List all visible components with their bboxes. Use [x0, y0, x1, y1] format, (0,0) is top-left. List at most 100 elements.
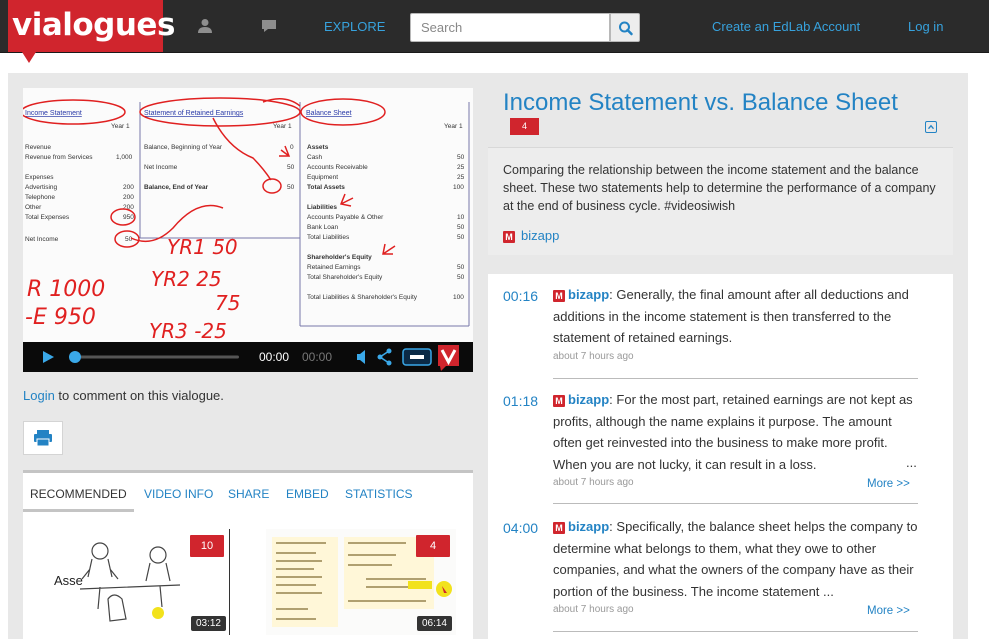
info-tabs: RECOMMENDED VIDEO INFO SHARE EMBED STATI… [23, 470, 473, 639]
sheet-retained-label: Balance, Beginning of Year [144, 144, 223, 151]
sheet-retained-value: 0 [290, 144, 294, 151]
tab-recommended[interactable]: RECOMMENDED [30, 487, 127, 501]
recommended-duration: 03:12 [190, 616, 226, 631]
video-controls: 00:00 00:00 [23, 342, 473, 372]
comment-age: about 7 hours ago [553, 477, 634, 488]
comment-age: about 7 hours ago [553, 351, 634, 362]
print-button[interactable] [23, 421, 63, 455]
comment-author[interactable]: Mbizapp [553, 519, 609, 534]
comment-timestamp[interactable]: 01:18 [503, 393, 538, 409]
sheet-income-label: Revenue [25, 144, 51, 151]
sheet-balance-value: 50 [457, 234, 465, 241]
comment-item: Mbizapp: Generally, the final amount aft… [553, 287, 909, 345]
vialogues-logo[interactable]: vialogues [8, 0, 175, 52]
comment-more-link[interactable]: More >> [867, 478, 910, 490]
logo-tail [22, 52, 36, 63]
sheet-balance-label: Accounts Payable & Other [307, 214, 384, 221]
explore-link[interactable]: EXPLORE [324, 19, 385, 34]
sheet-income-label: Total Expenses [25, 214, 70, 221]
current-time: 00:00 [259, 350, 289, 364]
sheet-income-label: Revenue from Services [25, 154, 93, 161]
sheet-retained-value: 50 [287, 184, 295, 191]
comment-timestamp[interactable]: 04:00 [503, 520, 538, 536]
comment-login-link[interactable]: Login [23, 388, 55, 403]
tab-share[interactable]: SHARE [228, 487, 269, 501]
comment-item: Mbizapp: Specifically, the balance sheet… [553, 519, 918, 599]
member-badge: M [553, 394, 565, 407]
sheet-balance-label: Equipment [307, 174, 338, 181]
video-frame[interactable]: Income Statement Year 1 Revenue Revenue … [23, 88, 473, 343]
chat-icon[interactable] [260, 17, 278, 35]
handwriting-yr2: YR2 25 [151, 267, 222, 291]
search-button[interactable] [610, 13, 640, 42]
sheet-balance-label: Accounts Receivable [307, 164, 368, 171]
sheet-balance-value: 25 [457, 164, 465, 171]
member-badge: M [503, 230, 515, 243]
recommended-comment-count: 10 [190, 535, 224, 557]
sheet-balance-label: Shareholder's Equity [307, 254, 372, 261]
comment-divider [553, 503, 918, 504]
handwriting-yr1: YR1 50 [167, 235, 238, 259]
member-badge: M [553, 521, 565, 534]
tab-statistics[interactable]: STATISTICS [345, 487, 413, 501]
sheet-income-value: 200 [123, 184, 134, 191]
comment-login-text: to comment on this vialogue. [54, 388, 224, 403]
sheet-income-year: Year 1 [111, 123, 130, 130]
recommended-video-card[interactable]: Asse 10 03:12 [40, 529, 230, 635]
sheet-balance-value: 100 [453, 294, 464, 301]
comment-truncation: ... [906, 455, 917, 470]
comment-author-name: bizapp [568, 392, 610, 407]
comment-author[interactable]: Mbizapp [553, 392, 609, 407]
sheet-balance-value: 50 [457, 274, 465, 281]
handwriting-yr3: YR3 -25 [149, 319, 227, 342]
search-input[interactable] [410, 13, 610, 42]
recommended-video-card[interactable]: 4 06:14 [266, 529, 456, 635]
sheet-income-value: 200 [123, 194, 134, 201]
user-icon[interactable] [196, 17, 214, 35]
login-link[interactable]: Log in [908, 19, 943, 34]
comment-more-link[interactable]: More >> [867, 605, 910, 617]
sheet-income-label: Telephone [25, 194, 55, 201]
member-badge: M [553, 289, 565, 302]
description-author[interactable]: Mbizapp [503, 228, 559, 243]
comment-author-name: bizapp [568, 287, 610, 302]
active-tab-indicator [23, 509, 134, 512]
sheet-income-value: 1,000 [116, 154, 133, 161]
progress-handle[interactable] [69, 351, 81, 363]
collapse-icon[interactable] [925, 121, 937, 133]
progress-track[interactable] [71, 355, 239, 359]
sheet-income-label: Expenses [25, 174, 54, 181]
create-account-link[interactable]: Create an EdLab Account [712, 19, 860, 34]
sheet-balance-value: 10 [457, 214, 465, 221]
video-player[interactable]: Income Statement Year 1 Revenue Revenue … [23, 88, 473, 372]
comment-author-name: bizapp [568, 519, 610, 534]
captions-icon[interactable] [402, 348, 432, 366]
sheet-balance-label: Total Liabilities [307, 234, 350, 241]
tab-embed[interactable]: EMBED [286, 487, 329, 501]
comment-divider [553, 631, 918, 632]
sheet-balance-value: 50 [457, 264, 465, 271]
volume-icon[interactable] [357, 350, 365, 364]
sheet-balance-label: Total Shareholder's Equity [307, 274, 383, 281]
vialogue-description: Comparing the relationship between the i… [503, 163, 936, 213]
svg-text:Asse: Asse [54, 573, 83, 588]
sheet-balance-label: Assets [307, 144, 329, 151]
play-icon[interactable] [43, 351, 54, 363]
author-name: bizapp [521, 228, 560, 243]
comment-timestamp[interactable]: 00:16 [503, 288, 538, 304]
share-icon[interactable] [377, 348, 392, 366]
comment-age: about 7 hours ago [553, 604, 634, 615]
print-icon [34, 430, 52, 447]
sheet-income-value: 50 [125, 236, 133, 243]
comment-author[interactable]: Mbizapp [553, 287, 609, 302]
sheet-income-value: 950 [123, 214, 134, 221]
tab-video-info[interactable]: VIDEO INFO [144, 487, 213, 501]
sheet-balance-label: Total Assets [307, 184, 345, 191]
sheet-balance-label: Retained Earnings [307, 264, 361, 271]
top-navigation-bar: vialogues EXPLORE Create an EdLab Accoun… [0, 0, 989, 63]
sheet-retained-value: 50 [287, 164, 295, 171]
sheet-income-label: Net Income [25, 236, 59, 243]
title-comment-count: 4 [510, 118, 539, 135]
vialogues-logo-icon[interactable] [438, 345, 459, 371]
video-content-whiteboard: Income Statement Year 1 Revenue Revenue … [23, 88, 473, 343]
